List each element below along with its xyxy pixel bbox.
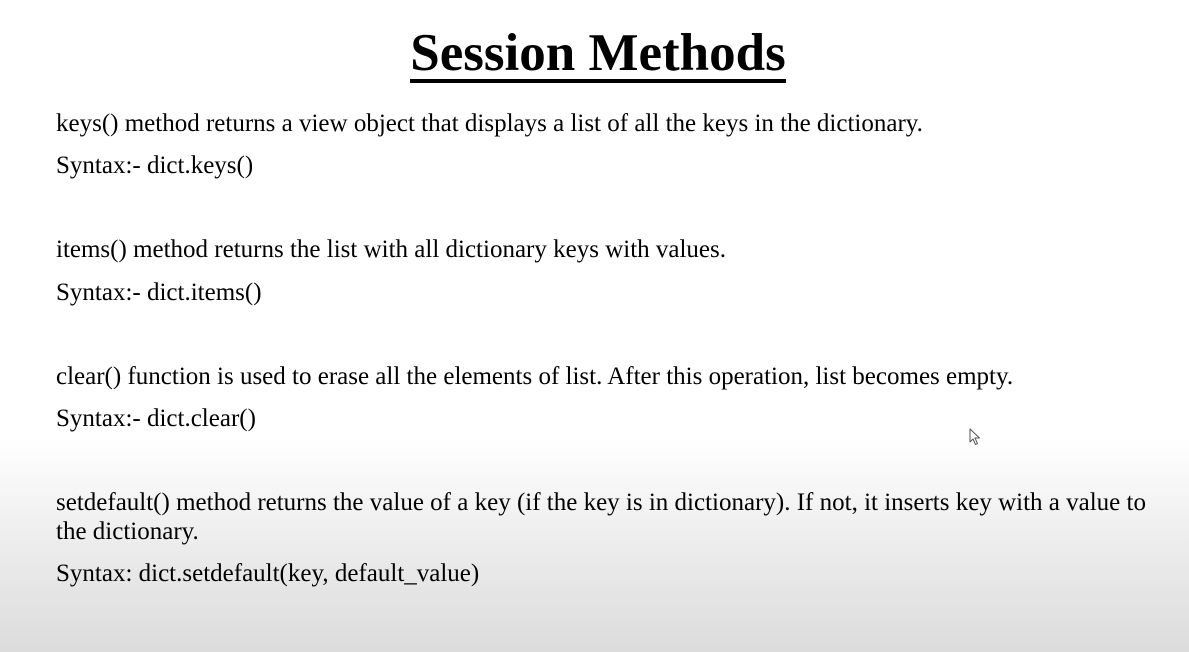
- items-description: items() method returns the list with all…: [56, 236, 727, 263]
- keys-syntax: Syntax:- dict.keys(): [56, 152, 254, 179]
- clear-description: clear() function is used to erase all th…: [56, 363, 1014, 390]
- mouse-pointer-icon: [969, 428, 980, 445]
- setdefault-description: setdefault() method returns the value of…: [56, 489, 1146, 545]
- items-syntax: Syntax:- dict.items(): [56, 279, 262, 306]
- keys-description: keys() method returns a view object that…: [56, 110, 923, 137]
- setdefault-syntax: Syntax: dict.setdefault(key, default_val…: [56, 560, 480, 587]
- slide: Session Methods keys() method returns a …: [0, 0, 1189, 652]
- slide-title: Session Methods: [0, 22, 1189, 84]
- clear-syntax: Syntax:- dict.clear(): [56, 405, 256, 432]
- slide-title-text: Session Methods: [410, 24, 786, 83]
